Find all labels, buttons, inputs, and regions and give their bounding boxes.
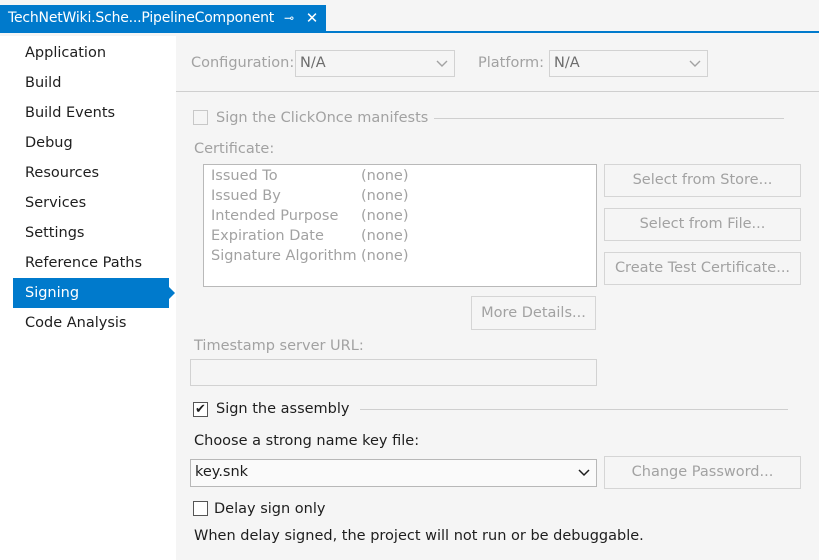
certificate-label: Certificate: xyxy=(194,141,275,157)
sidebar-item-build-events[interactable]: Build Events xyxy=(13,98,169,128)
platform-label: Platform: xyxy=(478,55,545,71)
timestamp-url-input[interactable] xyxy=(190,359,597,386)
sidebar-item-code-analysis[interactable]: Code Analysis xyxy=(13,308,169,338)
platform-value: N/A xyxy=(554,55,580,71)
timestamp-url-label: Timestamp server URL: xyxy=(194,338,364,354)
key-file-select[interactable]: key.snk xyxy=(190,459,597,487)
signing-page: Configuration: N/A Platform: N/A Sign th… xyxy=(176,36,819,560)
certificate-field-value: (none) xyxy=(361,248,409,264)
close-icon[interactable]: ✕ xyxy=(303,9,321,27)
certificate-row: Expiration Date (none) xyxy=(211,226,591,246)
certificate-field-name: Expiration Date xyxy=(211,228,324,244)
more-details-button[interactable]: More Details... xyxy=(471,296,596,330)
configuration-select[interactable]: N/A xyxy=(295,50,455,77)
certificate-row: Intended Purpose (none) xyxy=(211,206,591,226)
platform-select[interactable]: N/A xyxy=(549,50,708,77)
certificate-row: Issued By (none) xyxy=(211,186,591,206)
document-tabstrip: TechNetWiki.Sche...PipelineComponent ⊸ ✕ xyxy=(0,0,819,36)
sidebar-item-services[interactable]: Services xyxy=(13,188,169,218)
configuration-label: Configuration: xyxy=(191,55,295,71)
create-test-certificate-button[interactable]: Create Test Certificate... xyxy=(604,252,801,285)
chevron-down-icon xyxy=(689,60,701,67)
key-file-label: Choose a strong name key file: xyxy=(194,433,420,449)
sign-clickonce-label: Sign the ClickOnce manifests xyxy=(216,110,429,126)
clickonce-separator xyxy=(434,118,784,119)
certificate-details-box: Issued To (none) Issued By (none) Intend… xyxy=(203,164,597,287)
sign-assembly-checkbox[interactable]: ✔ xyxy=(193,402,208,417)
delay-sign-label: Delay sign only xyxy=(214,501,326,517)
certificate-field-name: Signature Algorithm xyxy=(211,248,357,264)
sidebar-item-debug[interactable]: Debug xyxy=(13,128,169,158)
select-from-file-button[interactable]: Select from File... xyxy=(604,208,801,241)
sidebar-item-signing[interactable]: Signing xyxy=(13,278,175,308)
certificate-field-value: (none) xyxy=(361,168,409,184)
tab-underline xyxy=(0,31,819,33)
certificate-field-name: Intended Purpose xyxy=(211,208,339,224)
delay-sign-checkbox[interactable] xyxy=(193,501,208,516)
sidebar-item-reference-paths[interactable]: Reference Paths xyxy=(13,248,169,278)
document-tab-title: TechNetWiki.Sche...PipelineComponent xyxy=(8,10,275,26)
checkmark-icon: ✔ xyxy=(195,402,206,417)
sidebar-item-settings[interactable]: Settings xyxy=(13,218,169,248)
assembly-separator xyxy=(360,409,788,410)
pin-icon[interactable]: ⊸ xyxy=(282,10,296,26)
key-file-value: key.snk xyxy=(195,464,249,480)
document-tab[interactable]: TechNetWiki.Sche...PipelineComponent ⊸ ✕ xyxy=(0,5,326,31)
property-pages-sidebar: Application Build Build Events Debug Res… xyxy=(0,36,176,560)
certificate-field-name: Issued By xyxy=(211,188,281,204)
change-password-button[interactable]: Change Password... xyxy=(604,456,801,489)
configuration-value: N/A xyxy=(300,55,326,71)
chevron-down-icon xyxy=(578,469,590,477)
delay-sign-note: When delay signed, the project will not … xyxy=(194,528,644,544)
certificate-field-value: (none) xyxy=(361,188,409,204)
certificate-row: Issued To (none) xyxy=(211,166,591,186)
certificate-field-value: (none) xyxy=(361,228,409,244)
header-divider xyxy=(176,91,819,92)
certificate-field-value: (none) xyxy=(361,208,409,224)
certificate-field-name: Issued To xyxy=(211,168,278,184)
select-from-store-button[interactable]: Select from Store... xyxy=(604,164,801,197)
sign-assembly-label: Sign the assembly xyxy=(216,401,350,417)
sign-clickonce-checkbox[interactable] xyxy=(193,110,208,125)
sidebar-item-application[interactable]: Application xyxy=(13,38,169,68)
sidebar-item-resources[interactable]: Resources xyxy=(13,158,169,188)
sidebar-item-build[interactable]: Build xyxy=(13,68,169,98)
certificate-row: Signature Algorithm (none) xyxy=(211,246,591,266)
chevron-down-icon xyxy=(436,60,448,67)
